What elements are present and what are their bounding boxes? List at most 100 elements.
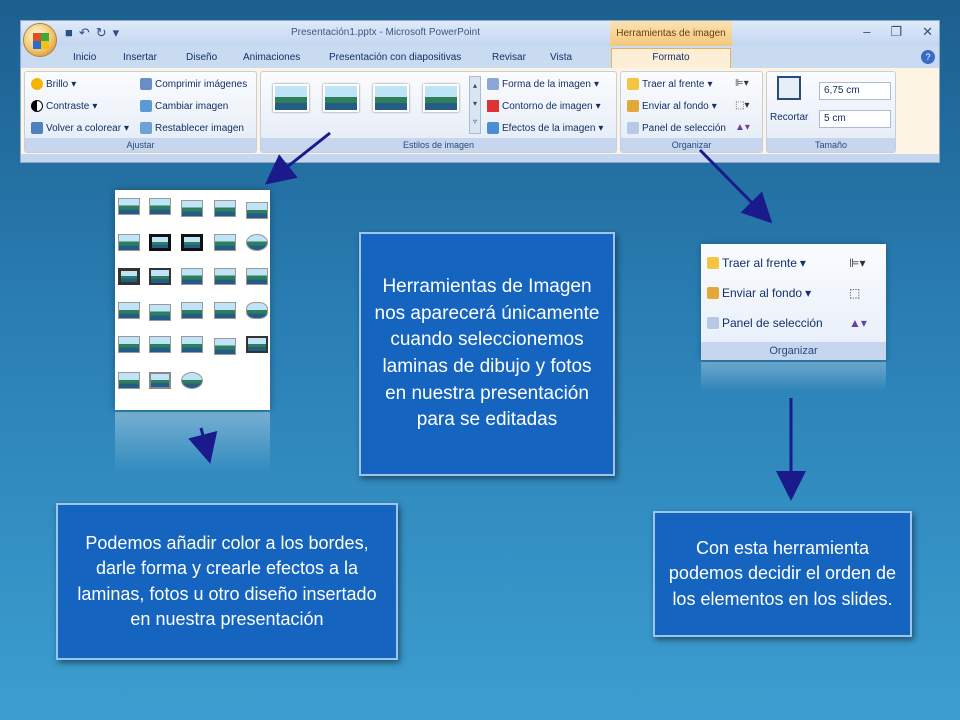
ribbon-groups: Brillo ▾ Contraste ▾ Volver a colorear ▾… (21, 68, 939, 156)
organizar-reflection (701, 362, 886, 392)
contorno-label: Contorno de imagen (502, 100, 593, 112)
gallery-thumbnail (118, 336, 140, 353)
save-icon[interactable]: ■ (65, 25, 73, 41)
gallery-thumbnail (118, 268, 140, 285)
callout-right: Con esta herramienta podemos decidir el … (653, 511, 912, 637)
close-icon[interactable]: ✕ (922, 24, 933, 40)
gallery-thumbnail (149, 336, 171, 353)
quick-access-toolbar: ■ ↶ ↻ ▾ (65, 25, 119, 41)
comprimir-imagenes-label: Comprimir imágenes (155, 78, 248, 90)
gallery-thumbnail (246, 202, 268, 219)
align-icon: ⊫▾ (849, 256, 866, 270)
align-icon[interactable]: ⊫▾ (735, 78, 749, 89)
gallery-thumbnail (181, 302, 203, 319)
customize-qat-icon[interactable]: ▾ (113, 25, 120, 41)
sun-icon (31, 78, 43, 90)
tab-diseno[interactable]: Diseño (186, 52, 217, 63)
window-controls: – ❐ ✕ (863, 24, 933, 40)
undo-icon[interactable]: ↶ (79, 25, 90, 41)
office-button[interactable] (23, 23, 57, 57)
group-organizar: Traer al frente ▾ Enviar al fondo ▾ Pane… (620, 71, 763, 153)
gallery-thumbnail (118, 372, 140, 389)
group-label-ajustar: Ajustar (25, 138, 256, 152)
selection-pane-icon (627, 122, 639, 134)
pencil-icon (487, 100, 499, 112)
gallery-thumbnail (246, 234, 268, 251)
tab-formato[interactable]: Formato (611, 48, 731, 70)
rotate-icon[interactable]: ▲▾ (735, 122, 750, 133)
redo-icon[interactable]: ↻ (96, 25, 107, 41)
style-thumbnail[interactable] (373, 84, 409, 112)
restablecer-imagen-button[interactable]: Restablecer imagen (140, 122, 244, 134)
shape-icon (487, 78, 499, 90)
forma-de-la-imagen-button[interactable]: Forma de la imagen ▾ (487, 78, 599, 90)
style-thumbnail[interactable] (423, 84, 459, 112)
ribbon-bottom-strip (21, 154, 939, 162)
tab-insertar[interactable]: Insertar (123, 52, 157, 63)
change-picture-icon (140, 100, 152, 112)
title-bar: ■ ↶ ↻ ▾ Presentación1.pptx - Microsoft P… (21, 21, 939, 46)
contraste-label: Contraste (46, 100, 90, 112)
enviar-al-fondo-button[interactable]: Enviar al fondo ▾ (627, 100, 717, 112)
gallery-thumbnail (214, 200, 236, 217)
forma-label: Forma de la imagen (502, 78, 591, 90)
group-icon[interactable]: ⬚▾ (735, 100, 749, 111)
group-label-organizar: Organizar (621, 138, 762, 152)
enviar-label: Enviar al fondo (642, 100, 709, 112)
efectos-de-la-imagen-button[interactable]: Efectos de la imagen ▾ (487, 122, 603, 134)
panel-de-seleccion-button[interactable]: Panel de selección (627, 122, 726, 134)
crop-icon[interactable] (777, 76, 801, 100)
comprimir-imagenes-button[interactable]: Comprimir imágenes (140, 78, 247, 90)
minimize-icon[interactable]: – (863, 24, 870, 40)
send-back-icon (707, 287, 719, 299)
recolor-icon (31, 122, 43, 134)
brillo-button[interactable]: Brillo ▾ (31, 78, 76, 90)
tab-revisar[interactable]: Revisar (492, 52, 526, 63)
styles-gallery-image (115, 190, 270, 410)
group-label-estilos: Estilos de imagen (261, 138, 616, 152)
tab-animaciones[interactable]: Animaciones (243, 52, 300, 63)
bring-front-icon (627, 78, 639, 90)
effects-icon (487, 122, 499, 134)
style-thumbnail[interactable] (273, 84, 309, 112)
organizar-zoom-image: Traer al frente ▾ Enviar al fondo ▾ Pane… (701, 244, 886, 360)
callout-center-text: Herramientas de Imagen nos aparecerá úni… (374, 276, 600, 431)
width-field[interactable]: 5 cm (819, 110, 891, 128)
gallery-thumbnail (149, 268, 171, 285)
recortar-button[interactable]: Recortar (770, 112, 808, 123)
callout-left: Podemos añadir color a los bordes, darle… (56, 503, 398, 660)
help-icon[interactable]: ? (921, 50, 935, 64)
window-title: Presentación1.pptx - Microsoft PowerPoin… (291, 27, 480, 38)
height-value: 6,75 cm (824, 85, 860, 96)
style-thumbnail[interactable] (323, 84, 359, 112)
group-label-tamano: Tamaño (767, 138, 895, 152)
gallery-thumbnail (214, 302, 236, 319)
group-tamano: Recortar 6,75 cm 5 cm Tamaño (766, 71, 896, 153)
traer-al-frente-button[interactable]: Traer al frente ▾ (627, 78, 712, 90)
cambiar-imagen-label: Cambiar imagen (155, 100, 229, 112)
gallery-thumbnail (181, 336, 203, 353)
org-panel-label: Panel de selección (722, 316, 823, 330)
gallery-thumbnail (118, 198, 140, 215)
gallery-thumbnail (149, 234, 171, 251)
gallery-scroll[interactable]: ▴ ▾ ▿ (469, 76, 481, 134)
restore-icon[interactable]: ❐ (890, 24, 902, 40)
gallery-reflection (115, 412, 270, 472)
cambiar-imagen-button[interactable]: Cambiar imagen (140, 100, 228, 112)
gallery-thumbnail (214, 268, 236, 285)
group-estilos: ▴ ▾ ▿ Forma de la imagen ▾ Contorno de ima… (260, 71, 617, 153)
height-field[interactable]: 6,75 cm (819, 82, 891, 100)
volver-a-colorear-button[interactable]: Volver a colorear ▾ (31, 122, 129, 134)
contorno-de-imagen-button[interactable]: Contorno de imagen ▾ (487, 100, 601, 112)
group-ajustar: Brillo ▾ Contraste ▾ Volver a colorear ▾… (24, 71, 257, 153)
tab-inicio[interactable]: Inicio (73, 52, 96, 63)
tab-vista[interactable]: Vista (550, 52, 572, 63)
gallery-thumbnail (149, 304, 171, 321)
tab-presentacion[interactable]: Presentación con diapositivas (329, 52, 461, 63)
gallery-thumbnail (214, 234, 236, 251)
gallery-thumbnail (246, 302, 268, 319)
context-tab-title: Herramientas de imagen (610, 21, 732, 46)
gallery-thumbnail (118, 302, 140, 319)
contraste-button[interactable]: Contraste ▾ (31, 100, 97, 112)
volver-a-colorear-label: Volver a colorear (46, 122, 122, 134)
